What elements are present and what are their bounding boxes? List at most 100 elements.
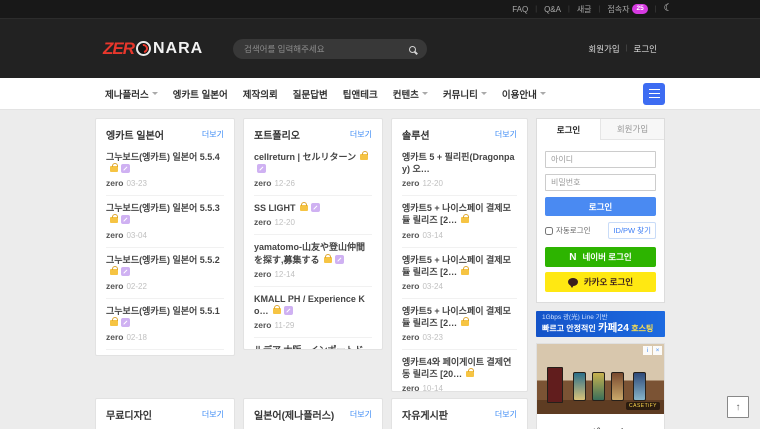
new-posts-link[interactable]: 새글 [577, 4, 592, 15]
list-item[interactable]: 그누보드(엥카트) 일본어 5.5.1 zero02-18 [106, 299, 224, 350]
list-item[interactable]: 엥카트4와 페이게이트 결제연동 릴리즈 [20… zero10-14 [402, 350, 517, 392]
tab-login[interactable]: 로그인 [537, 119, 600, 140]
post-title[interactable]: ルデア 大阪 - インポートドレス卸・販売 - … [254, 344, 372, 350]
post-title[interactable]: yamatomo-山友や登山仲間を探す,募集する [254, 241, 372, 265]
list-item[interactable]: SS LIGHT zero12-20 [254, 196, 372, 235]
post-date: 03-23 [422, 333, 442, 342]
post-date: 03-04 [126, 231, 146, 240]
faq-link[interactable]: FAQ [512, 5, 528, 14]
hamburger-menu-button[interactable] [643, 83, 665, 105]
list-item[interactable] [254, 425, 372, 429]
signup-link[interactable]: 회원가입 [588, 43, 619, 55]
login-button[interactable]: 로그인 [545, 197, 656, 216]
list-item[interactable]: 그누보드(엥카트) 일본어 5.5.3 zero03-04 [106, 196, 224, 247]
site-header: ZER NARA 회원가입 | 로그인 [0, 18, 760, 78]
post-title[interactable]: 엥카트4와 페이게이트 결제연동 릴리즈 [20… [402, 356, 517, 380]
ad-text[interactable]: メトロポリタン 美術館 コラボ [537, 414, 664, 429]
phone-case-image [592, 372, 605, 401]
nav-item-production-request[interactable]: 제작의뢰 [243, 87, 278, 101]
list-item[interactable]: 엥카트5 + 나이스페이 결제모듈 릴리즈 [2… zero03-24 [402, 248, 517, 299]
nav-item-engcart-japanese[interactable]: 엥카트 일본어 [173, 87, 228, 101]
list-item[interactable]: KMALL PH / Experience Ko… zero11-29 [254, 287, 372, 338]
nav-item-qna[interactable]: 질문답변 [293, 87, 328, 101]
post-author: zero [402, 383, 419, 392]
post-title[interactable]: 엥카트5 + 나이스페이 결제모듈 릴리즈 [2… [402, 254, 517, 278]
post-title[interactable]: SS LIGHT [254, 202, 372, 214]
tab-signup[interactable]: 회원가입 [600, 119, 664, 140]
password-field[interactable] [545, 174, 656, 191]
post-title[interactable]: KMALL PH / Experience Ko… [254, 293, 372, 317]
attachment-icon [311, 203, 320, 212]
post-title[interactable]: 그누보드(엥카트) 일본어 5.5.4 [106, 151, 224, 175]
lock-icon [110, 166, 118, 172]
id-field[interactable] [545, 151, 656, 168]
phone-case-image [547, 367, 563, 403]
lock-icon [110, 269, 118, 275]
scroll-top-button[interactable]: ↑ [727, 396, 749, 418]
main-content: 엥카트 일본어 더보기 그누보드(엥카트) 일본어 5.5.4 zero03-2… [95, 118, 665, 429]
board-engcart-japanese: 엥카트 일본어 더보기 그누보드(엥카트) 일본어 5.5.4 zero03-2… [95, 118, 235, 356]
auto-login-checkbox[interactable] [545, 227, 553, 235]
member-links: 회원가입 | 로그인 [588, 43, 657, 55]
board-solution: 솔루션 더보기 엥카트 5 + 필리핀(Dragonpay) 오… zero12… [391, 118, 528, 392]
naver-login-button[interactable]: N 네이버 로그인 [545, 247, 656, 267]
more-link[interactable]: 더보기 [495, 129, 517, 140]
post-title[interactable]: cellreturn | セルリターン [254, 151, 372, 175]
list-item[interactable]: yamatomo-山友や登山仲間を探す,募集する zero12-14 [254, 235, 372, 286]
ad-image[interactable]: i × CASETiFY [537, 344, 664, 414]
attachment-icon [335, 255, 344, 264]
sidebar: 로그인 회원가입 로그인 자동로그인 ID/PW 찾기 N 네이버 로그인 [536, 118, 665, 429]
nav-item-community[interactable]: 커뮤니티 [443, 87, 487, 101]
list-item[interactable] [402, 425, 517, 429]
list-item[interactable]: cellreturn | セルリターン zero12-26 [254, 145, 372, 196]
board-title: 자유게시판 [402, 407, 448, 422]
dark-mode-toggle-icon[interactable]: ☾ [664, 4, 673, 14]
phone-case-image [573, 372, 586, 401]
post-title[interactable]: 그누보드(엥카트) 일본어 5.5.1 [106, 305, 224, 329]
list-item[interactable]: 엥카트 5 + 필리핀(Dragonpay) 오… zero12-20 [402, 145, 517, 196]
ad-close-icon[interactable]: × [653, 346, 662, 355]
post-title[interactable]: 엥카트5 + 나이스페이 결제모듈 릴리즈 [2… [402, 202, 517, 226]
list-item[interactable]: 그누보드(엥카트) 일본어 5.4.22-1 zero01-20 [106, 350, 224, 356]
more-link[interactable]: 더보기 [202, 409, 224, 420]
site-logo[interactable]: ZER NARA [103, 39, 203, 59]
find-idpw-link[interactable]: ID/PW 찾기 [608, 222, 656, 239]
post-date: 03-24 [422, 282, 442, 291]
post-title[interactable]: 엥카트 5 + 필리핀(Dragonpay) 오… [402, 151, 517, 175]
post-title[interactable]: 엥카트5 + 나이스페이 결제모듈 릴리즈 [2… [402, 305, 517, 329]
lock-icon [466, 371, 474, 377]
nav-item-tips-tech[interactable]: 팁앤테크 [343, 87, 378, 101]
divider: | [599, 6, 601, 13]
more-link[interactable]: 더보기 [350, 129, 372, 140]
more-link[interactable]: 더보기 [350, 409, 372, 420]
list-item[interactable]: 엥카트5 + 나이스페이 결제모듈 릴리즈 [2… zero03-23 [402, 299, 517, 350]
nav-item-contents[interactable]: 컨텐츠 [393, 87, 428, 101]
qna-link[interactable]: Q&A [544, 5, 561, 14]
list-item[interactable]: 엥카트5 + 나이스페이 결제모듈 릴리즈 [2… zero03-14 [402, 196, 517, 247]
post-date: 12-14 [274, 270, 294, 279]
list-item[interactable] [106, 425, 224, 429]
post-author: zero [106, 332, 123, 342]
post-date: 12-20 [422, 179, 442, 188]
post-title[interactable]: 그누보드(엥카트) 일본어 5.5.3 [106, 202, 224, 226]
more-link[interactable]: 더보기 [202, 129, 224, 140]
login-link[interactable]: 로그인 [634, 43, 657, 55]
ad-unit[interactable]: i × CASETiFY メトロポリタン 美術館 コラボ [536, 343, 665, 429]
ad-info-icon[interactable]: i [643, 346, 652, 355]
divider: | [535, 6, 537, 13]
attachment-icon [121, 267, 130, 276]
post-title[interactable]: 그누보드(엥카트) 일본어 5.5.2 [106, 254, 224, 278]
divider: | [655, 6, 657, 13]
more-link[interactable]: 더보기 [495, 409, 517, 420]
board-portfolio: 포트폴리오 더보기 cellreturn | セルリターン zero12-26 … [243, 118, 383, 350]
nav-item-zenaplus[interactable]: 제나플러스 [105, 87, 158, 101]
kakao-login-button[interactable]: 카카오 로그인 [545, 272, 656, 292]
search-icon[interactable] [409, 46, 416, 53]
list-item[interactable]: 그누보드(엥카트) 일본어 5.5.4 zero03-23 [106, 145, 224, 196]
cafe24-hosting-banner[interactable]: 1Gbps 광(光) Line 기반 빠르고 안정적인 카페24 호스팅 [536, 311, 665, 337]
list-item[interactable]: ルデア 大阪 - インポートドレス卸・販売 - … zero10-09 [254, 338, 372, 350]
board-free-board: 자유게시판 더보기 [391, 398, 528, 429]
nav-item-guide[interactable]: 이용안내 [502, 87, 546, 101]
search-input[interactable] [233, 44, 409, 54]
list-item[interactable]: 그누보드(엥카트) 일본어 5.5.2 zero02-22 [106, 248, 224, 299]
